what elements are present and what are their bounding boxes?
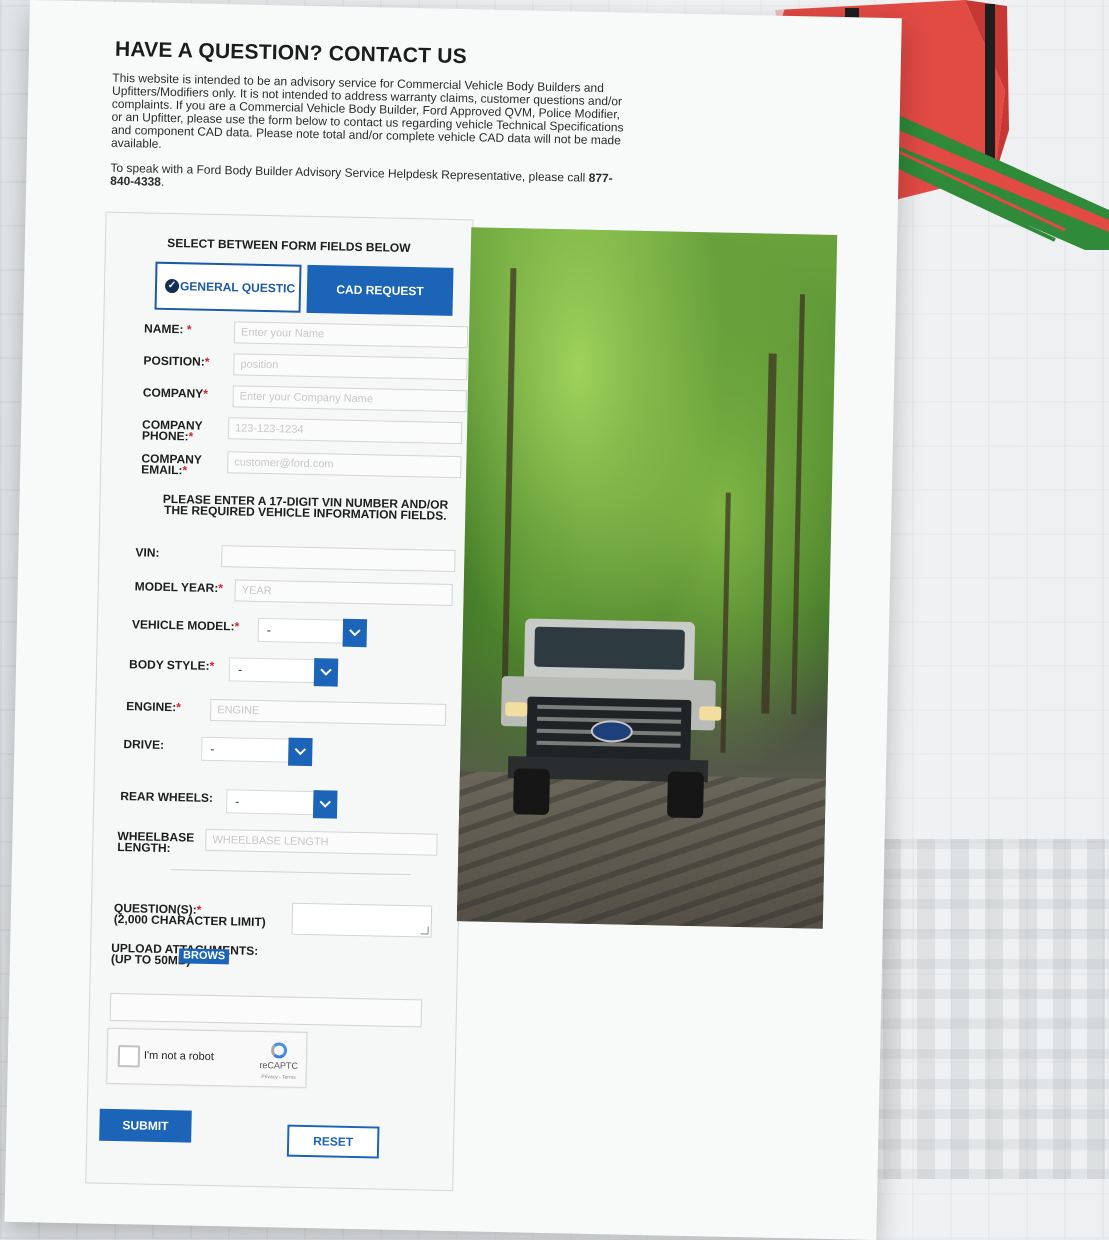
drive-row: DRIVE: - [123, 735, 441, 768]
company-row: COMPANY* Enter your Company Name [142, 383, 467, 416]
recaptcha-logo: reCAPTC Privacy - Terms [255, 1042, 302, 1081]
rear-wheels-label: REAR WHEELS: [120, 789, 214, 806]
body-style-row: BODY STYLE:* - [129, 655, 447, 688]
check-icon: ✓ [164, 278, 180, 294]
truck [491, 618, 735, 823]
truck-photo [456, 227, 838, 929]
position-field[interactable]: position [233, 353, 468, 381]
company-field[interactable]: Enter your Company Name [232, 385, 467, 413]
helpdesk-paragraph: To speak with a Ford Body Builder Adviso… [110, 160, 613, 189]
background-building [849, 839, 1109, 1179]
wheelbase-row: WHEELBASE LENGTH: WHEELBASE LENGTH [117, 827, 438, 860]
rear-wheels-select[interactable]: - [226, 789, 338, 819]
rear-wheels-row: REAR WHEELS: - [120, 787, 438, 820]
page-title: HAVE A QUESTION? CONTACT US [114, 37, 468, 69]
questions-row: QUESTION(S):* (2,000 CHARACTER LIMIT) [113, 899, 433, 938]
model-year-field[interactable]: YEAR [234, 579, 453, 606]
intro-paragraph: This website is intended to be an adviso… [110, 70, 624, 151]
attachment-field[interactable] [109, 992, 423, 1028]
chevron-down-icon[interactable] [288, 737, 313, 767]
captcha-label: I'm not a robot [143, 1049, 215, 1064]
questions-textarea[interactable] [291, 902, 433, 938]
body-style-label: BODY STYLE:* [128, 657, 215, 674]
model-year-label: MODEL YEAR:* [134, 579, 224, 596]
browse-button[interactable]: BROWS [178, 948, 230, 965]
engine-label: ENGINE:* [126, 699, 182, 715]
tab-general-question[interactable]: ✓ GENERAL QUESTIC [154, 261, 302, 313]
chevron-down-icon[interactable] [312, 790, 338, 819]
company-label: COMPANY* [142, 385, 209, 401]
vin-instructions: PLEASE ENTER A 17-DIGIT VIN NUMBER AND/O… [162, 491, 449, 523]
position-row: POSITION:* position [143, 351, 468, 384]
name-label: NAME: * [143, 321, 192, 337]
upload-row: UPLOAD ATTACHMENTS:(UP TO 50MB) [111, 939, 429, 972]
wheelbase-label: WHEELBASE LENGTH: [117, 829, 195, 856]
wheelbase-field[interactable]: WHEELBASE LENGTH [205, 828, 438, 856]
body-style-select[interactable]: - [228, 657, 339, 687]
reset-button[interactable]: RESET [286, 1124, 380, 1159]
company-email-field[interactable]: customer@ford.com [227, 451, 462, 479]
vehicle-model-select[interactable]: - [257, 617, 368, 648]
divider [170, 869, 411, 876]
company-phone-label: COMPANY PHONE:* [141, 417, 203, 444]
tab-general-label: GENERAL QUESTIC [179, 279, 296, 296]
submit-button[interactable]: SUBMIT [99, 1108, 192, 1143]
contact-form: SELECT BETWEEN FORM FIELDS BELOW ✓ GENER… [85, 211, 474, 1192]
vehicle-model-label: VEHICLE MODEL:* [131, 617, 240, 634]
name-field[interactable]: Enter your Name [233, 321, 469, 349]
drive-label: DRIVE: [123, 737, 165, 752]
resize-handle[interactable] [420, 926, 429, 935]
company-email-row: COMPANY EMAIL:* customer@ford.com [141, 449, 462, 482]
captcha-checkbox[interactable] [117, 1045, 141, 1068]
name-row: NAME: * Enter your Name [143, 319, 469, 352]
drive-select[interactable]: - [201, 736, 313, 767]
vin-field[interactable] [221, 545, 456, 573]
engine-field[interactable]: ENGINE [209, 698, 447, 726]
engine-row: ENGINE:* ENGINE [126, 697, 447, 730]
intro-text: This website is intended to be an adviso… [110, 70, 633, 211]
chevron-down-icon[interactable] [313, 658, 339, 687]
ford-logo [590, 719, 634, 743]
vin-label: VIN: [135, 545, 160, 560]
company-email-label: COMPANY EMAIL:* [141, 451, 203, 478]
recaptcha-icon [270, 1042, 288, 1059]
model-year-row: MODEL YEAR:* YEAR [134, 577, 453, 610]
contact-page: HAVE A QUESTION? CONTACT US This website… [4, 0, 902, 1240]
recaptcha-widget: I'm not a robot reCAPTC Privacy - Terms [106, 1027, 308, 1089]
position-label: POSITION:* [143, 353, 210, 369]
vehicle-model-row: VEHICLE MODEL:* - [132, 615, 450, 648]
questions-label: QUESTION(S):* (2,000 CHARACTER LIMIT) [113, 900, 266, 930]
company-phone-field[interactable]: 123-123-1234 [227, 417, 463, 445]
company-phone-row: COMPANY PHONE:* 123-123-1234 [141, 415, 463, 448]
tab-cad-request[interactable]: CAD REQUEST [306, 264, 454, 316]
vin-row: VIN: [135, 543, 456, 576]
chevron-down-icon[interactable] [342, 618, 368, 648]
form-title: SELECT BETWEEN FORM FIELDS BELOW [167, 235, 411, 256]
